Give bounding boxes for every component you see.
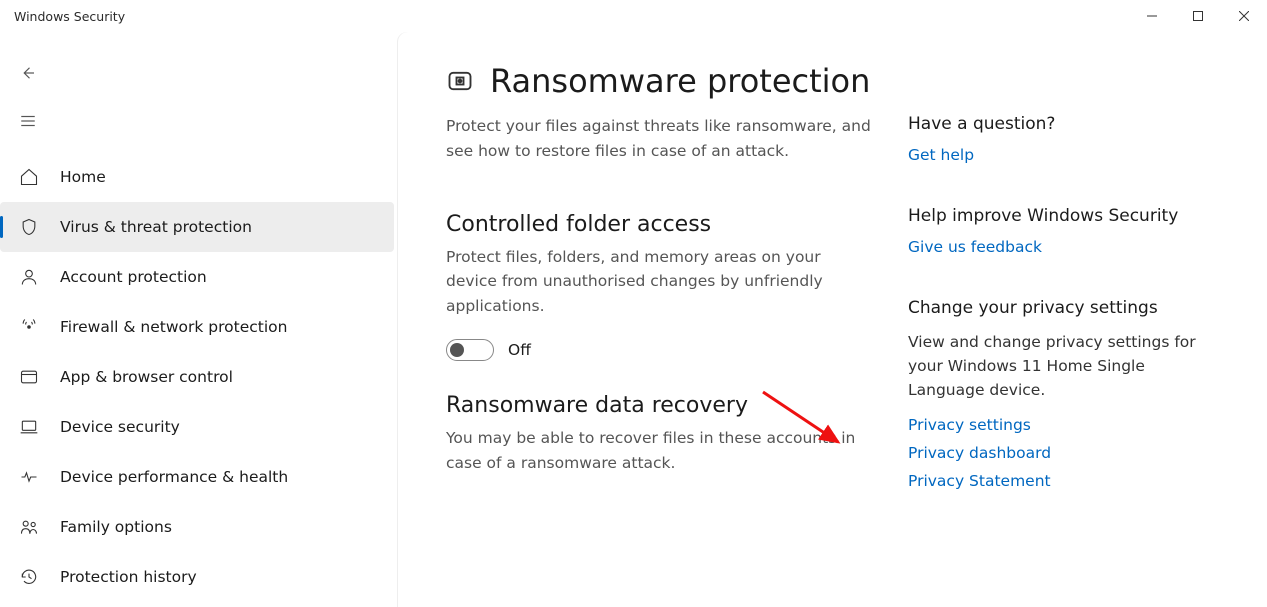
ransomware-recovery-heading: Ransomware data recovery — [446, 393, 876, 418]
ransomware-icon — [446, 67, 474, 95]
privacy-statement-link[interactable]: Privacy Statement — [908, 472, 1208, 490]
sidebar-item-account-protection[interactable]: Account protection — [0, 252, 394, 302]
sidebar-item-label: Virus & threat protection — [60, 218, 252, 236]
sidebar-item-label: Device security — [60, 418, 180, 436]
main-column: Protect your files against threats like … — [446, 114, 876, 532]
antenna-icon — [18, 316, 40, 338]
side-privacy-desc: View and change privacy settings for you… — [908, 330, 1208, 402]
sidebar-item-label: Home — [60, 168, 106, 186]
sidebar-item-label: Family options — [60, 518, 172, 536]
sidebar-item-home[interactable]: Home — [0, 152, 394, 202]
sidebar-item-virus-threat[interactable]: Virus & threat protection — [0, 202, 394, 252]
ransomware-recovery-desc: You may be able to recover files in thes… — [446, 426, 876, 476]
side-privacy-section: Change your privacy settings View and ch… — [908, 298, 1208, 490]
toggle-knob — [450, 343, 464, 357]
window-title: Windows Security — [14, 9, 125, 24]
page-title: Ransomware protection — [490, 62, 870, 100]
app-window-icon — [18, 366, 40, 388]
side-privacy-heading: Change your privacy settings — [908, 298, 1208, 318]
sidebar-item-device-security[interactable]: Device security — [0, 402, 394, 452]
sidebar-item-firewall[interactable]: Firewall & network protection — [0, 302, 394, 352]
page-header: Ransomware protection — [446, 62, 1267, 100]
privacy-dashboard-link[interactable]: Privacy dashboard — [908, 444, 1208, 462]
side-improve-section: Help improve Windows Security Give us fe… — [908, 206, 1208, 256]
maximize-button[interactable] — [1175, 0, 1221, 32]
close-button[interactable] — [1221, 0, 1267, 32]
feedback-link[interactable]: Give us feedback — [908, 238, 1208, 256]
controlled-folder-access-heading: Controlled folder access — [446, 212, 876, 237]
controlled-folder-access-toggle-row: Off — [446, 339, 876, 361]
home-icon — [18, 166, 40, 188]
main-panel: Ransomware protection Protect your files… — [398, 32, 1267, 607]
sidebar: Home Virus & threat protection Account p… — [0, 32, 398, 607]
side-column: Have a question? Get help Help improve W… — [908, 114, 1208, 532]
controlled-folder-access-desc: Protect files, folders, and memory areas… — [446, 245, 876, 319]
shield-icon — [18, 216, 40, 238]
sidebar-item-label: Device performance & health — [60, 468, 288, 486]
privacy-settings-link[interactable]: Privacy settings — [908, 416, 1208, 434]
title-bar: Windows Security — [0, 0, 1267, 32]
family-icon — [18, 516, 40, 538]
laptop-icon — [18, 416, 40, 438]
sidebar-nav: Home Virus & threat protection Account p… — [0, 152, 398, 602]
app-body: Home Virus & threat protection Account p… — [0, 32, 1267, 607]
sidebar-item-family[interactable]: Family options — [0, 502, 394, 552]
sidebar-item-label: Protection history — [60, 568, 197, 586]
side-question-heading: Have a question? — [908, 114, 1208, 134]
hamburger-menu-button[interactable] — [7, 100, 49, 142]
minimize-button[interactable] — [1129, 0, 1175, 32]
page-lead: Protect your files against threats like … — [446, 114, 876, 164]
user-icon — [18, 266, 40, 288]
side-question-section: Have a question? Get help — [908, 114, 1208, 164]
controlled-folder-access-toggle[interactable] — [446, 339, 494, 361]
sidebar-item-label: Account protection — [60, 268, 207, 286]
sidebar-item-label: App & browser control — [60, 368, 233, 386]
side-improve-heading: Help improve Windows Security — [908, 206, 1208, 226]
sidebar-item-label: Firewall & network protection — [60, 318, 287, 336]
get-help-link[interactable]: Get help — [908, 146, 1208, 164]
history-icon — [18, 566, 40, 588]
sidebar-item-app-browser[interactable]: App & browser control — [0, 352, 394, 402]
sidebar-item-device-performance[interactable]: Device performance & health — [0, 452, 394, 502]
panel-columns: Protect your files against threats like … — [446, 114, 1267, 532]
toggle-state-label: Off — [508, 341, 531, 359]
heartbeat-icon — [18, 466, 40, 488]
back-button[interactable] — [7, 52, 49, 94]
sidebar-item-protection-history[interactable]: Protection history — [0, 552, 394, 602]
window-controls — [1129, 0, 1267, 32]
